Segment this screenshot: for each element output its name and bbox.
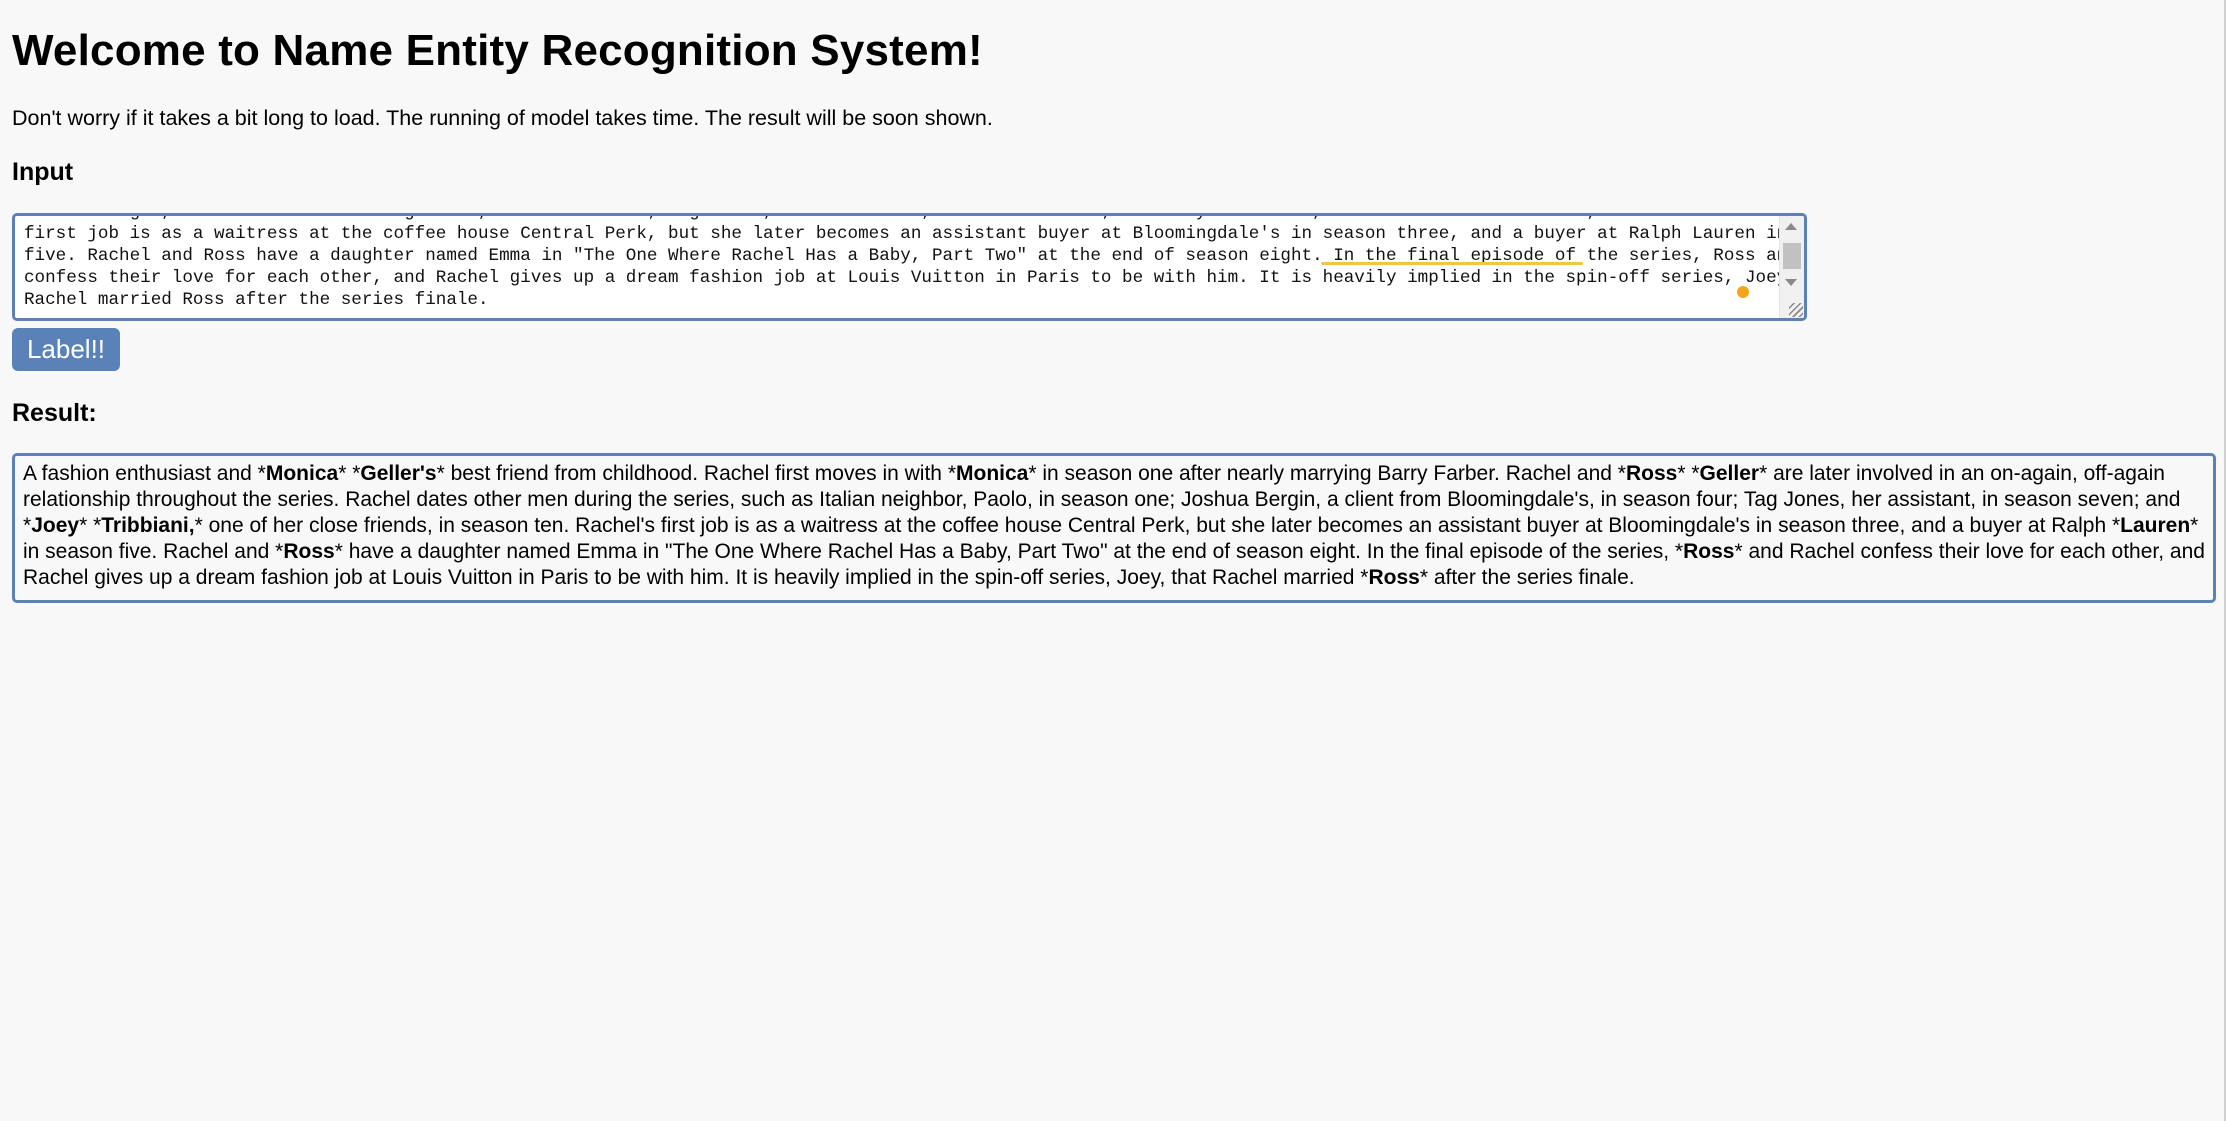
entity-highlight: Monica [265, 462, 339, 485]
entity-highlight: Lauren [2120, 514, 2191, 537]
input-line: Joshua Bergin, a client from Bloomingdal… [24, 216, 1804, 223]
entity-highlight: Ross [1683, 540, 1735, 563]
entity-highlight: Geller [1699, 462, 1760, 485]
result-text: * in season one after nearly marrying Ba… [1028, 462, 1626, 485]
grammar-check-icon[interactable] [1737, 286, 1749, 298]
entity-highlight: Ross [1368, 566, 1420, 589]
label-button[interactable]: Label!! [12, 328, 120, 371]
input-line: confess their love for each other, and R… [24, 268, 1807, 288]
entity-highlight: Geller's [360, 462, 437, 485]
page-title: Welcome to Name Entity Recognition Syste… [12, 26, 983, 75]
result-text: * * [1677, 462, 1700, 485]
resize-grip-icon[interactable] [1789, 303, 1803, 317]
result-heading: Result: [12, 399, 97, 427]
result-text: * * [79, 514, 102, 537]
input-line: first job is as a waitress at the coffee… [24, 224, 1807, 244]
entity-highlight: Ross [283, 540, 335, 563]
scroll-up-arrow-icon[interactable] [1785, 223, 1797, 230]
entity-highlight: Ross [1625, 462, 1678, 485]
entity-highlight: Tribbiani, [101, 514, 195, 537]
input-textarea[interactable]: Joshua Bergin, a client from Bloomingdal… [12, 213, 1807, 321]
result-output: A fashion enthusiast and *Monica* *Gelle… [12, 453, 2216, 603]
input-heading: Input [12, 158, 74, 186]
entity-highlight: Monica [956, 462, 1029, 485]
input-line: Rachel married Ross after the series fin… [24, 290, 489, 310]
spellcheck-underline [1321, 262, 1583, 265]
scroll-down-arrow-icon[interactable] [1785, 279, 1797, 286]
scrollbar-thumb[interactable] [1783, 243, 1801, 269]
result-text: * * [338, 462, 361, 485]
result-text: * have a daughter named Emma in "The One… [334, 540, 1684, 563]
entity-highlight: Joey [31, 514, 80, 537]
result-text: * best friend from childhood. Rachel fir… [436, 462, 956, 485]
result-text: * after the series finale. [1419, 566, 1635, 589]
result-text: A fashion enthusiast and * [23, 462, 266, 485]
result-text: * one of her close friends, in season te… [194, 514, 2121, 537]
loading-notice: Don't worry if it takes a bit long to lo… [12, 106, 993, 130]
